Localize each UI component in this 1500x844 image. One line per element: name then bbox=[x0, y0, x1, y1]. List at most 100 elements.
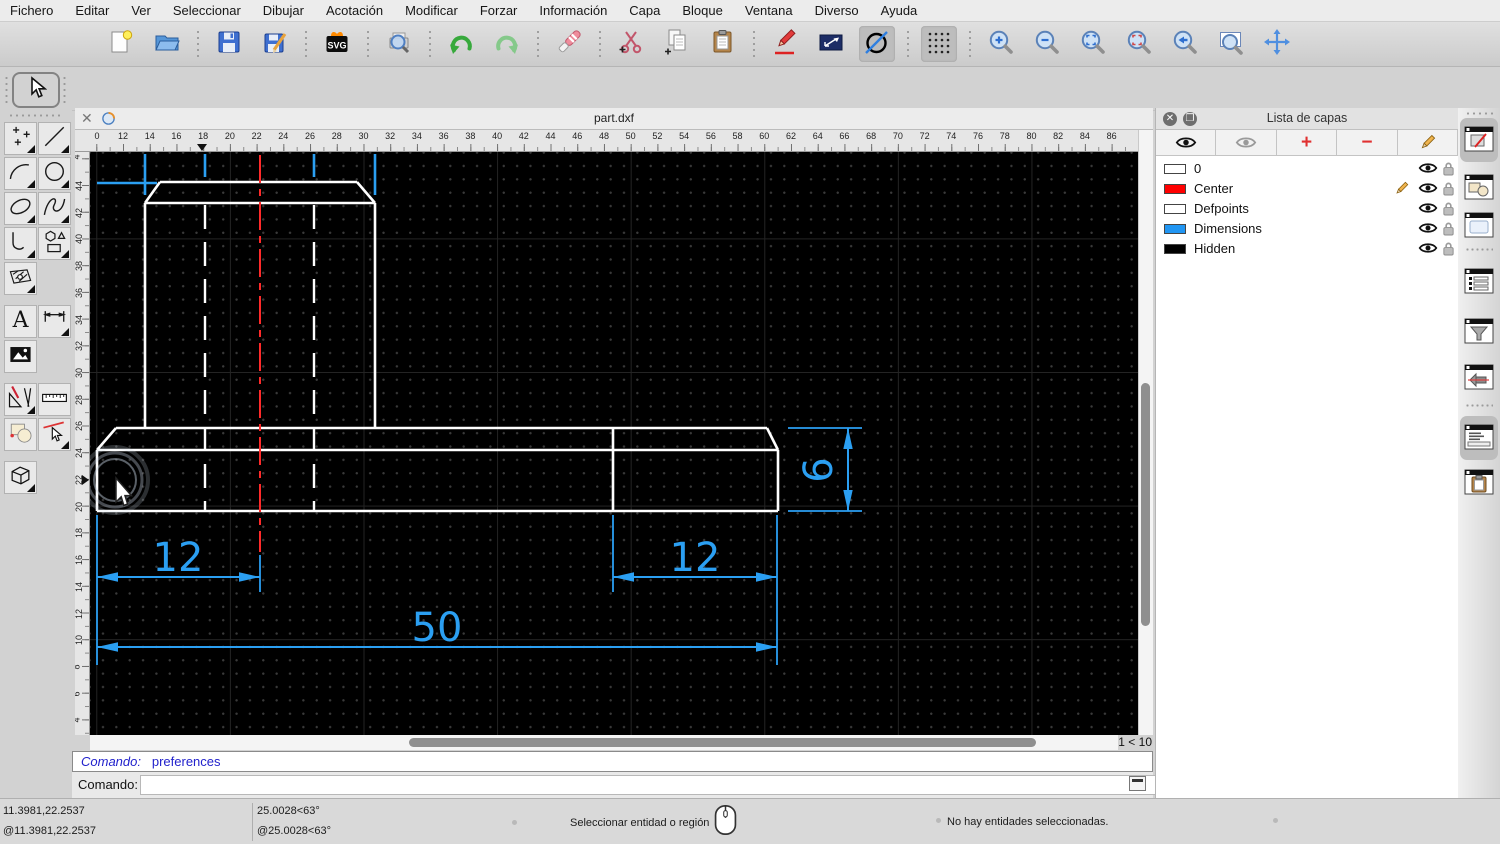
remove-layer-button[interactable]: − bbox=[1337, 130, 1398, 156]
edit-attributes-button[interactable] bbox=[767, 26, 803, 62]
layer-visibility-icon[interactable] bbox=[1418, 221, 1438, 240]
layer-visibility-icon[interactable] bbox=[1418, 181, 1438, 200]
menu-acotacion[interactable]: Acotación bbox=[326, 3, 383, 18]
save-button[interactable] bbox=[211, 26, 247, 62]
dock-block-list-button[interactable] bbox=[1464, 174, 1494, 200]
layer-lock-icon[interactable] bbox=[1442, 201, 1455, 221]
tool-select-entity[interactable] bbox=[38, 418, 71, 451]
horizontal-scrollbar-thumb[interactable] bbox=[409, 738, 1036, 747]
layer-row-defpoints[interactable]: Defpoints bbox=[1156, 199, 1458, 219]
tab-title[interactable]: part.dxf bbox=[75, 111, 1153, 125]
dock-clipboard-button[interactable] bbox=[1464, 469, 1494, 495]
layer-name[interactable]: Center bbox=[1194, 181, 1233, 196]
add-layer-button[interactable]: + bbox=[1276, 130, 1338, 156]
dimension-lines[interactable] bbox=[97, 428, 849, 648]
tool-arc[interactable] bbox=[4, 157, 37, 190]
zoom-previous-button[interactable] bbox=[1121, 26, 1157, 62]
menu-informacion[interactable]: Información bbox=[539, 3, 607, 18]
order-button[interactable] bbox=[813, 26, 849, 62]
tool-polygon[interactable] bbox=[38, 227, 71, 260]
paste-button[interactable] bbox=[705, 26, 741, 62]
layer-color-swatch[interactable] bbox=[1164, 204, 1186, 214]
tool-spline[interactable] bbox=[38, 192, 71, 225]
zoom-window-button[interactable] bbox=[1213, 26, 1249, 62]
dock-entity-list-button[interactable] bbox=[1464, 268, 1494, 294]
menu-forzar[interactable]: Forzar bbox=[480, 3, 518, 18]
open-document-button[interactable] bbox=[149, 26, 185, 62]
layer-name[interactable]: Defpoints bbox=[1194, 201, 1249, 216]
redo-button[interactable] bbox=[489, 26, 525, 62]
edit-layer-button[interactable] bbox=[1397, 130, 1459, 156]
menu-diverso[interactable]: Diverso bbox=[815, 3, 859, 18]
vertical-scrollbar-thumb[interactable] bbox=[1141, 383, 1150, 626]
undo-button[interactable] bbox=[443, 26, 479, 62]
menu-bloque[interactable]: Bloque bbox=[682, 3, 722, 18]
print-preview-button[interactable] bbox=[381, 26, 417, 62]
dock-library-browser-button[interactable] bbox=[1464, 212, 1494, 238]
layer-visibility-icon[interactable] bbox=[1418, 241, 1438, 260]
layer-color-swatch[interactable] bbox=[1164, 184, 1186, 194]
zoom-auto-button[interactable] bbox=[1075, 26, 1111, 62]
layer-row-hidden[interactable]: Hidden bbox=[1156, 239, 1458, 259]
menu-ver[interactable]: Ver bbox=[131, 3, 151, 18]
tool-dimension[interactable] bbox=[38, 305, 71, 338]
hide-all-layers-button[interactable] bbox=[1216, 130, 1277, 156]
layer-lock-icon[interactable] bbox=[1442, 241, 1455, 261]
menu-editar[interactable]: Editar bbox=[75, 3, 109, 18]
layer-name[interactable]: 0 bbox=[1194, 161, 1201, 176]
zoom-pan-button[interactable] bbox=[1259, 26, 1295, 62]
layer-color-swatch[interactable] bbox=[1164, 224, 1186, 234]
new-document-button[interactable] bbox=[103, 26, 139, 62]
dock-pen-palette-button[interactable] bbox=[1464, 364, 1494, 390]
entity-info-button[interactable] bbox=[859, 26, 895, 62]
layer-row-center[interactable]: Center bbox=[1156, 179, 1458, 199]
command-options-button[interactable] bbox=[1129, 776, 1146, 791]
dock-filter-button[interactable] bbox=[1464, 318, 1494, 344]
layer-name[interactable]: Hidden bbox=[1194, 241, 1235, 256]
command-input[interactable] bbox=[140, 775, 1190, 795]
layer-color-swatch[interactable] bbox=[1164, 244, 1186, 254]
menu-fichero[interactable]: Fichero bbox=[10, 3, 53, 18]
tool-text[interactable]: A bbox=[4, 305, 37, 338]
toolbar-handle[interactable] bbox=[5, 75, 8, 103]
zoom-redraw-button[interactable] bbox=[1167, 26, 1203, 62]
zoom-in-button[interactable] bbox=[983, 26, 1019, 62]
layer-name[interactable]: Dimensions bbox=[1194, 221, 1262, 236]
delete-button[interactable] bbox=[551, 26, 587, 62]
palette-handle[interactable] bbox=[8, 114, 64, 117]
tool-solid[interactable] bbox=[4, 461, 37, 494]
show-all-layers-button[interactable] bbox=[1156, 130, 1217, 156]
menu-capa[interactable]: Capa bbox=[629, 3, 660, 18]
grid-toggle-button[interactable] bbox=[921, 26, 957, 62]
tool-line[interactable] bbox=[38, 122, 71, 155]
tool-hatch[interactable] bbox=[4, 262, 37, 295]
menu-modificar[interactable]: Modificar bbox=[405, 3, 458, 18]
tool-points[interactable] bbox=[4, 122, 37, 155]
tool-image[interactable] bbox=[4, 340, 37, 373]
layer-edit-pencil-icon[interactable] bbox=[1394, 181, 1409, 201]
tool-measure[interactable] bbox=[38, 383, 71, 416]
drawing-canvas[interactable]: 12 12 50 6 bbox=[90, 152, 1138, 735]
tool-draft[interactable] bbox=[4, 383, 37, 416]
layer-row-0[interactable]: 0 bbox=[1156, 159, 1458, 179]
vertical-scrollbar[interactable] bbox=[1138, 130, 1153, 735]
tool-ellipse[interactable] bbox=[4, 192, 37, 225]
tool-circle[interactable] bbox=[38, 157, 71, 190]
menu-dibujar[interactable]: Dibujar bbox=[263, 3, 304, 18]
dock-handle[interactable] bbox=[1465, 112, 1493, 115]
zoom-out-button[interactable] bbox=[1029, 26, 1065, 62]
dock-command-widget-button[interactable] bbox=[1464, 424, 1494, 450]
layer-lock-icon[interactable] bbox=[1442, 221, 1455, 241]
layer-row-dimensions[interactable]: Dimensions bbox=[1156, 219, 1458, 239]
export-svg-button[interactable]: SVG bbox=[319, 26, 355, 62]
layer-visibility-icon[interactable] bbox=[1418, 201, 1438, 220]
horizontal-scrollbar[interactable] bbox=[90, 735, 1118, 750]
toolbar-handle[interactable] bbox=[63, 75, 66, 103]
layer-visibility-icon[interactable] bbox=[1418, 161, 1438, 180]
menu-ventana[interactable]: Ventana bbox=[745, 3, 793, 18]
tool-polyline[interactable] bbox=[4, 227, 37, 260]
layer-lock-icon[interactable] bbox=[1442, 161, 1455, 181]
layer-lock-icon[interactable] bbox=[1442, 181, 1455, 201]
cut-button[interactable] bbox=[613, 26, 649, 62]
select-tool-button[interactable] bbox=[12, 72, 60, 108]
